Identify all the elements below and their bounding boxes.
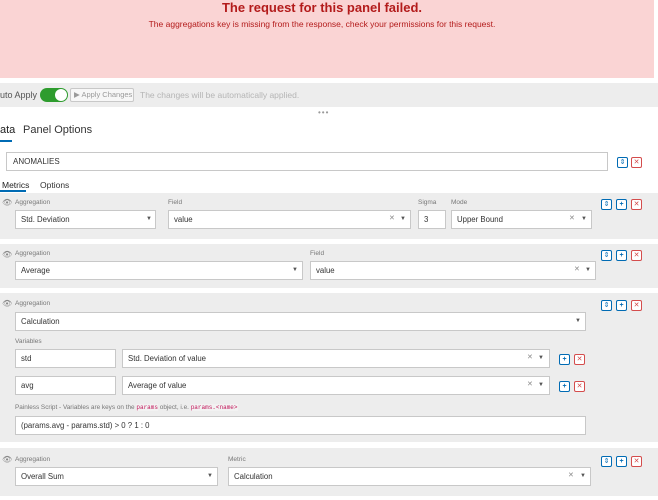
script-hint: Painless Script - Variables are keys on … (15, 404, 238, 411)
eye-icon[interactable]: 👁 (2, 198, 12, 207)
mode-label: Mode (451, 199, 468, 206)
eye-icon[interactable]: 👁 (2, 455, 12, 464)
variables-label: Variables (15, 338, 42, 345)
aggregation-select[interactable]: Calculation (15, 312, 586, 331)
variable-name-input[interactable]: std (15, 349, 116, 368)
tab-panel-options[interactable]: Panel Options (23, 124, 92, 136)
sort-icon[interactable]: ⇕ (601, 456, 612, 467)
clear-icon[interactable]: ✕ (569, 214, 575, 222)
variable-metric-select[interactable]: Std. Deviation of value (122, 349, 550, 368)
chevron-down-icon[interactable]: ▼ (575, 318, 581, 324)
eye-icon[interactable]: 👁 (2, 250, 12, 259)
sort-icon[interactable]: ⇕ (617, 157, 628, 168)
plus-icon[interactable]: + (559, 354, 570, 365)
sort-icon[interactable]: ⇕ (601, 199, 612, 210)
trash-icon[interactable]: ✕ (631, 300, 642, 311)
field-label: Field (168, 199, 183, 206)
chevron-down-icon[interactable]: ▼ (585, 267, 591, 273)
subtab-indicator (0, 190, 26, 192)
chevron-down-icon[interactable]: ▼ (581, 216, 587, 222)
drag-handle-icon[interactable]: ••• (318, 108, 329, 117)
trash-icon[interactable]: ✕ (631, 157, 642, 168)
metric-label: Metric (228, 456, 246, 463)
chevron-down-icon[interactable]: ▼ (400, 216, 406, 222)
sort-icon[interactable]: ⇕ (601, 250, 612, 261)
aggregation-label: Aggregation (15, 456, 51, 463)
clear-icon[interactable]: ✕ (527, 353, 533, 361)
chevron-down-icon[interactable]: ▼ (538, 355, 544, 361)
clear-icon[interactable]: ✕ (568, 471, 574, 479)
painless-script-input[interactable]: (params.avg - params.std) > 0 ? 1 : 0 (15, 416, 586, 435)
plus-icon[interactable]: + (616, 300, 627, 311)
subtab-metrics[interactable]: Metrics (2, 180, 29, 190)
aggregation-label: Aggregation (15, 199, 51, 206)
chevron-down-icon[interactable]: ▼ (292, 267, 298, 273)
trash-icon[interactable]: ✕ (574, 381, 585, 392)
apply-note: The changes will be automatically applie… (140, 90, 300, 100)
chevron-down-icon[interactable]: ▼ (146, 216, 152, 222)
auto-apply-label: uto Apply (0, 90, 38, 100)
aggregation-select[interactable]: Overall Sum (15, 467, 218, 486)
trash-icon[interactable]: ✕ (574, 354, 585, 365)
trash-icon[interactable]: ✕ (631, 250, 642, 261)
plus-icon[interactable]: + (616, 199, 627, 210)
field-label: Field (310, 250, 325, 257)
plus-icon[interactable]: + (616, 456, 627, 467)
metric-select[interactable]: Calculation (228, 467, 591, 486)
trash-icon[interactable]: ✕ (631, 199, 642, 210)
clear-icon[interactable]: ✕ (574, 265, 580, 273)
aggregation-select[interactable]: Std. Deviation (15, 210, 156, 229)
trash-icon[interactable]: ✕ (631, 456, 642, 467)
error-title: The request for this panel failed. (221, 0, 423, 15)
eye-icon[interactable]: 👁 (2, 299, 12, 308)
plus-icon[interactable]: + (616, 250, 627, 261)
sigma-label: Sigma (418, 199, 437, 206)
tab-data[interactable]: ata (0, 124, 15, 136)
aggregation-label: Aggregation (15, 250, 51, 257)
variable-metric-select[interactable]: Average of value (122, 376, 550, 395)
error-message: The aggregations key is missing from the… (148, 19, 496, 29)
apply-changes-button[interactable]: ▶ Apply Changes (70, 88, 134, 102)
series-label-input[interactable]: ANOMALIES (6, 152, 608, 171)
aggregation-select[interactable]: Average (15, 261, 303, 280)
chevron-down-icon[interactable]: ▼ (538, 382, 544, 388)
aggregation-label: Aggregation (15, 300, 51, 307)
variable-name-input[interactable]: avg (15, 376, 116, 395)
chevron-down-icon[interactable]: ▼ (580, 473, 586, 479)
field-select[interactable]: value (310, 261, 596, 280)
subtab-options[interactable]: Options (40, 180, 69, 190)
toggle-knob (55, 89, 67, 101)
clear-icon[interactable]: ✕ (389, 214, 395, 222)
chevron-down-icon[interactable]: ▼ (207, 473, 213, 479)
plus-icon[interactable]: + (559, 381, 570, 392)
field-select[interactable]: value (168, 210, 411, 229)
clear-icon[interactable]: ✕ (527, 380, 533, 388)
sort-icon[interactable]: ⇕ (601, 300, 612, 311)
active-tab-indicator (0, 140, 12, 142)
sigma-input[interactable]: 3 (418, 210, 446, 229)
